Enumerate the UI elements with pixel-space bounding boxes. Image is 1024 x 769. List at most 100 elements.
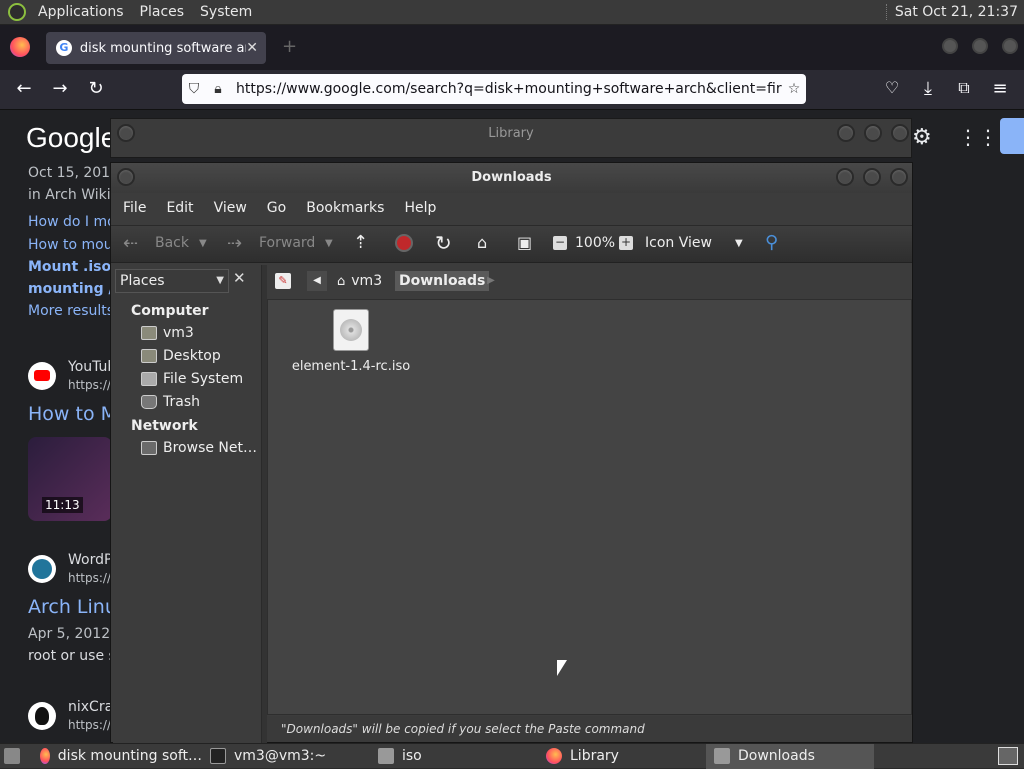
result-title-link[interactable]: How to M xyxy=(28,403,117,425)
sidebar-type-select[interactable]: Places ▼ xyxy=(115,269,229,293)
forward-icon[interactable]: → xyxy=(48,78,72,99)
taskbar-item-iso[interactable]: iso xyxy=(370,744,538,769)
sidebar-item-filesystem[interactable]: File System xyxy=(141,371,243,387)
reload-icon[interactable]: ↻ xyxy=(435,231,452,255)
menu-edit[interactable]: Edit xyxy=(154,200,201,216)
menu-view[interactable]: View xyxy=(202,200,255,216)
firefox-menu-icon[interactable] xyxy=(10,37,30,57)
settings-gear-icon[interactable]: ⚙ xyxy=(912,125,932,150)
url-bar[interactable]: ⛉ 🔒︎ https://www.google.com/search?q=dis… xyxy=(182,74,806,104)
window-menu-icon[interactable] xyxy=(117,124,135,142)
zoom-level[interactable]: 100% xyxy=(575,235,615,251)
clock[interactable]: Sat Oct 21, 21:37 xyxy=(885,4,1024,20)
breadcrumb-downloads[interactable]: Downloads xyxy=(395,271,490,291)
browser-tab[interactable]: G disk mounting software arch ✕ xyxy=(46,32,266,64)
back-icon[interactable]: ← xyxy=(12,78,36,99)
breadcrumb-vm3[interactable]: ⌂ vm3 xyxy=(337,273,382,289)
library-window[interactable]: Library xyxy=(110,118,912,158)
bookmark-star-icon[interactable]: ☆ xyxy=(782,81,806,97)
up-icon[interactable]: ⇡ xyxy=(353,232,368,253)
sidebar-item-desktop[interactable]: Desktop xyxy=(141,348,221,364)
minimize-icon[interactable] xyxy=(836,168,854,186)
sidebar-item-label: Browse Net… xyxy=(163,440,258,456)
pocket-icon[interactable]: ♡ xyxy=(880,78,904,97)
network-icon xyxy=(141,441,157,455)
zoom-in-icon[interactable]: + xyxy=(619,236,633,250)
taskbar-item-terminal[interactable]: vm3@vm3:~ xyxy=(202,744,370,769)
library-window-title: Library xyxy=(488,126,534,141)
path-scroll-right-icon[interactable]: ▶ xyxy=(481,271,501,291)
video-thumbnail[interactable]: 11:13 xyxy=(28,437,112,521)
window-title[interactable]: Downloads xyxy=(111,163,912,193)
result-title-link[interactable]: Arch Linu xyxy=(28,596,117,618)
sidebar-item-vm3[interactable]: vm3 xyxy=(141,325,194,341)
sidebar-item-label: Trash xyxy=(163,394,200,410)
applications-menu[interactable]: Applications xyxy=(30,4,132,20)
sidebar-item-browse-network[interactable]: Browse Net… xyxy=(141,440,257,456)
close-sidebar-icon[interactable]: ✕ xyxy=(233,269,246,287)
forward-history-dropdown-icon[interactable]: ▼ xyxy=(325,238,333,249)
url-text[interactable]: https://www.google.com/search?q=disk+mou… xyxy=(230,81,782,97)
computer-icon[interactable]: ▣ xyxy=(517,233,532,252)
apps-grid-icon[interactable]: ⋮⋮ xyxy=(958,125,998,149)
top-panel: Applications Places System Sat Oct 21, 2… xyxy=(0,0,1024,25)
maximize-icon[interactable] xyxy=(863,168,881,186)
nixcraft-favicon-icon xyxy=(28,702,56,730)
back-button[interactable]: Back xyxy=(155,235,189,251)
stop-icon[interactable] xyxy=(395,234,413,252)
toggle-location-entry-icon[interactable]: ✎ xyxy=(275,273,291,289)
workspace-switcher[interactable] xyxy=(984,744,1024,769)
back-arrow-icon[interactable]: ⇠ xyxy=(123,233,138,254)
taskbar-item-firefox[interactable]: disk mounting soft… xyxy=(32,744,202,769)
places-menu[interactable]: Places xyxy=(132,4,193,20)
maximize-icon[interactable] xyxy=(972,38,988,54)
back-history-dropdown-icon[interactable]: ▼ xyxy=(199,238,207,249)
menu-bookmarks[interactable]: Bookmarks xyxy=(294,200,392,216)
view-mode-dropdown-icon[interactable]: ▼ xyxy=(735,238,743,249)
downloads-icon[interactable]: ⤓ xyxy=(916,78,940,99)
file-item[interactable]: element-1.4-rc.iso xyxy=(291,309,411,374)
menu-file[interactable]: File xyxy=(111,200,154,216)
close-window-icon[interactable] xyxy=(890,168,908,186)
forward-button[interactable]: Forward xyxy=(259,235,315,251)
window-menu-icon[interactable] xyxy=(117,168,135,186)
maximize-icon[interactable] xyxy=(864,124,882,142)
lock-icon[interactable]: 🔒︎ xyxy=(206,81,230,97)
view-mode-select[interactable]: Icon View xyxy=(645,235,712,251)
home-folder-icon xyxy=(141,326,157,340)
system-menu[interactable]: System xyxy=(192,4,260,20)
workspace-icon xyxy=(998,747,1018,765)
status-bar: "Downloads" will be copied if you select… xyxy=(267,716,912,742)
new-tab-button[interactable]: + xyxy=(282,36,297,57)
taskbar-item-library[interactable]: Library xyxy=(538,744,706,769)
sidebar-item-label: Desktop xyxy=(163,348,221,364)
result-sublink[interactable]: How to moun xyxy=(28,237,121,253)
menu-icon[interactable]: ≡ xyxy=(988,78,1012,99)
drive-icon xyxy=(141,372,157,386)
distro-logo-icon[interactable] xyxy=(8,3,26,21)
taskbar-item-downloads[interactable]: Downloads xyxy=(706,743,874,769)
toolbar: ⇠ Back ▼ ⇢ Forward ▼ ⇡ ↻ ⌂ ▣ − 100% + Ic… xyxy=(111,225,912,263)
minimize-icon[interactable] xyxy=(837,124,855,142)
show-desktop-button[interactable] xyxy=(0,744,32,769)
close-window-icon[interactable] xyxy=(891,124,909,142)
forward-arrow-icon[interactable]: ⇢ xyxy=(227,233,242,254)
path-scroll-left-icon[interactable]: ◀ xyxy=(307,271,327,291)
extensions-icon[interactable]: ⧉ xyxy=(952,78,976,98)
chevron-down-icon: ▼ xyxy=(216,275,224,286)
shield-icon[interactable]: ⛉ xyxy=(182,81,206,97)
minimize-icon[interactable] xyxy=(942,38,958,54)
reload-icon[interactable]: ↻ xyxy=(84,78,108,99)
google-logo[interactable]: Google xyxy=(26,122,116,154)
search-icon[interactable]: ⚲ xyxy=(765,232,778,253)
zoom-out-icon[interactable]: − xyxy=(553,236,567,250)
google-favicon-icon: G xyxy=(56,40,72,56)
sidebar-item-trash[interactable]: Trash xyxy=(141,394,200,410)
more-results-link[interactable]: More results xyxy=(28,303,114,319)
menu-help[interactable]: Help xyxy=(392,200,444,216)
close-window-icon[interactable] xyxy=(1002,38,1018,54)
home-icon[interactable]: ⌂ xyxy=(477,233,487,252)
close-tab-icon[interactable]: ✕ xyxy=(246,40,258,56)
menu-go[interactable]: Go xyxy=(255,200,294,216)
sign-in-button[interactable] xyxy=(1000,118,1024,154)
